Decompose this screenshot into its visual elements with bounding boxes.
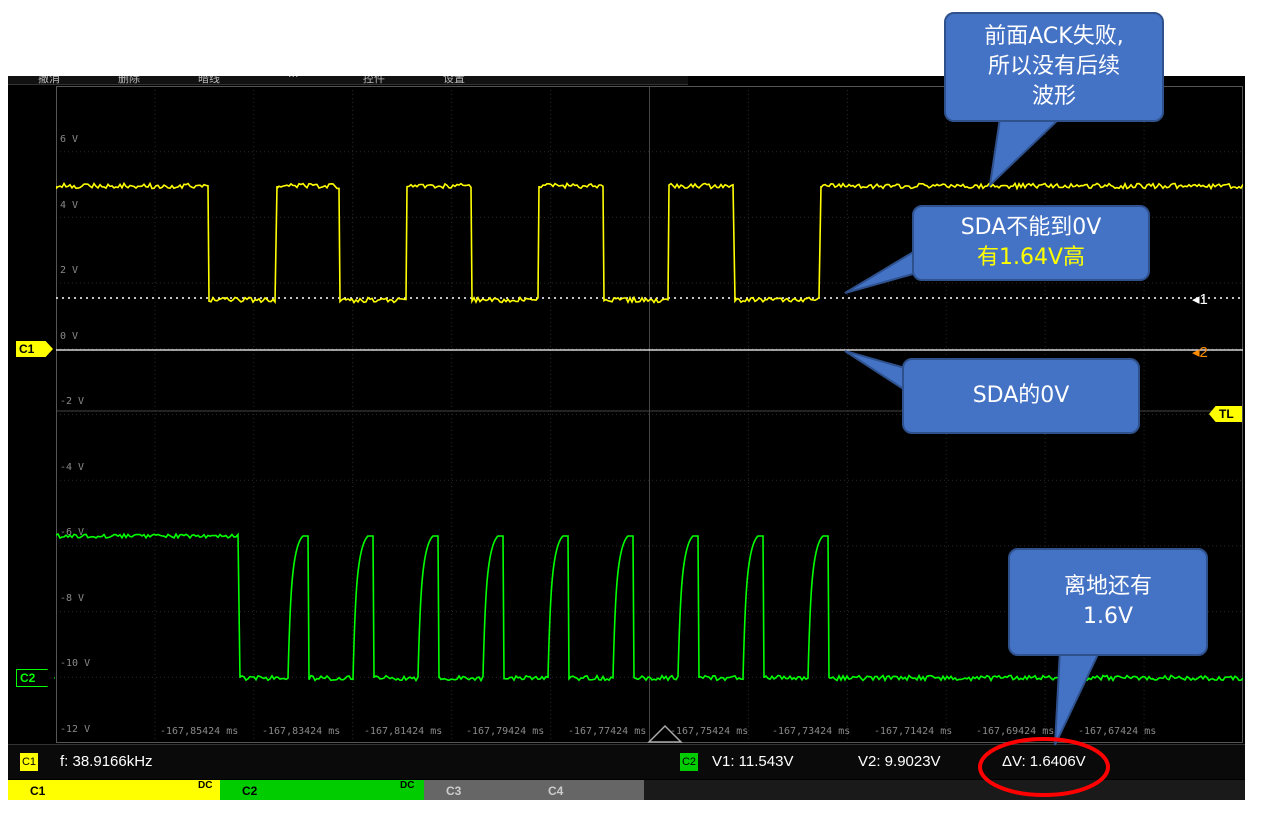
channel1-offset-marker[interactable]: C1: [16, 341, 53, 357]
time-label: -167,67424 ms: [1078, 726, 1156, 737]
voltage-label-minus6v: -6 V: [60, 527, 84, 538]
time-label: -167,69424 ms: [976, 726, 1054, 737]
time-label: -167,71424 ms: [874, 726, 952, 737]
voltage-label-0v: 0 V: [60, 331, 78, 342]
cursor1-marker[interactable]: ◂1: [1192, 290, 1208, 308]
menu-item-dark[interactable]: 暗线: [198, 76, 220, 86]
cursor2-label: 2: [1200, 344, 1208, 361]
voltage-label-6v: 6 V: [60, 134, 78, 145]
tab-channel3[interactable]: C3: [424, 780, 542, 800]
callout-sda-line1: SDA不能到0V: [961, 213, 1102, 243]
time-label: -167,75424 ms: [670, 726, 748, 737]
trigger-level-marker[interactable]: TL: [1209, 406, 1242, 422]
menu-bar: 撤消 删除 暗线 ··· 控件 设置: [8, 76, 688, 85]
callout-ack-line: 所以没有后续: [988, 52, 1120, 82]
voltage-label-minus8v: -8 V: [60, 593, 84, 604]
tab-channel1-coupling: DC: [198, 775, 212, 797]
time-label: -167,85424 ms: [160, 726, 238, 737]
voltage-label-4v: 4 V: [60, 200, 78, 211]
channel-tabs: C1 DC C2 DC C3 C4: [8, 780, 1245, 800]
channel1-badge[interactable]: C1: [20, 753, 38, 771]
time-label: -167,73424 ms: [772, 726, 850, 737]
time-label: -167,79424 ms: [466, 726, 544, 737]
menu-item-controls[interactable]: 控件: [363, 76, 385, 86]
menu-item-more[interactable]: ···: [288, 76, 299, 83]
oscilloscope-screen: 撤消 删除 暗线 ··· 控件 设置 6 V 4 V 2 V 0 V -2 V …: [8, 76, 1245, 800]
time-label: -167,77424 ms: [568, 726, 646, 737]
v2-readout: V2: 9.9023V: [858, 753, 941, 770]
menu-item-settings[interactable]: 设置: [443, 76, 465, 86]
voltage-label-minus4v: -4 V: [60, 462, 84, 473]
callout-ground-offset: 离地还有 1.6V: [1008, 548, 1208, 656]
menu-item-undo[interactable]: 撤消: [38, 76, 60, 86]
voltage-label-2v: 2 V: [60, 265, 78, 276]
tab-channel4[interactable]: C4: [526, 780, 644, 800]
callout-sda-line2: 有1.64V高: [977, 243, 1085, 273]
menu-item-delete[interactable]: 删除: [118, 76, 140, 86]
callout-ack-failed: 前面ACK失败, 所以没有后续 波形: [944, 12, 1164, 122]
voltage-label-minus12v: -12 V: [60, 724, 90, 735]
tab-channel2-label: C2: [242, 784, 257, 798]
time-label: -167,81424 ms: [364, 726, 442, 737]
cursor2-marker[interactable]: ◂2: [1192, 343, 1208, 361]
channel2-badge[interactable]: C2: [680, 753, 698, 771]
delta-v-readout: ΔV: 1.6406V: [1002, 753, 1086, 770]
voltage-label-minus2v: -2 V: [60, 396, 84, 407]
tab-channel2[interactable]: C2 DC: [220, 780, 442, 800]
callout-ack-line: 前面ACK失败,: [984, 22, 1123, 52]
measurement-bar: C1 f: 38.9166kHz C2 V1: 11.543V V2: 9.90…: [8, 744, 1245, 779]
voltage-label-minus10v: -10 V: [60, 658, 90, 669]
v1-readout: V1: 11.543V: [712, 753, 793, 770]
channel2-offset-marker[interactable]: C2: [16, 669, 55, 687]
tab-channel4-label: C4: [548, 784, 563, 798]
tab-channel1[interactable]: C1 DC: [8, 780, 240, 800]
tab-channel2-coupling: DC: [400, 775, 414, 797]
frequency-readout: f: 38.9166kHz: [60, 753, 153, 770]
callout-ground-line: 离地还有: [1064, 572, 1152, 602]
callout-ground-line: 1.6V: [1083, 602, 1133, 632]
tab-channel1-label: C1: [30, 784, 45, 798]
tab-channel3-label: C3: [446, 784, 461, 798]
callout-ack-line: 波形: [1032, 82, 1076, 112]
callout-sda-not-zero: SDA不能到0V 有1.64V高: [912, 205, 1150, 281]
time-label: -167,83424 ms: [262, 726, 340, 737]
cursor1-label: 1: [1200, 291, 1208, 308]
callout-sda-zero: SDA的0V: [902, 358, 1140, 434]
